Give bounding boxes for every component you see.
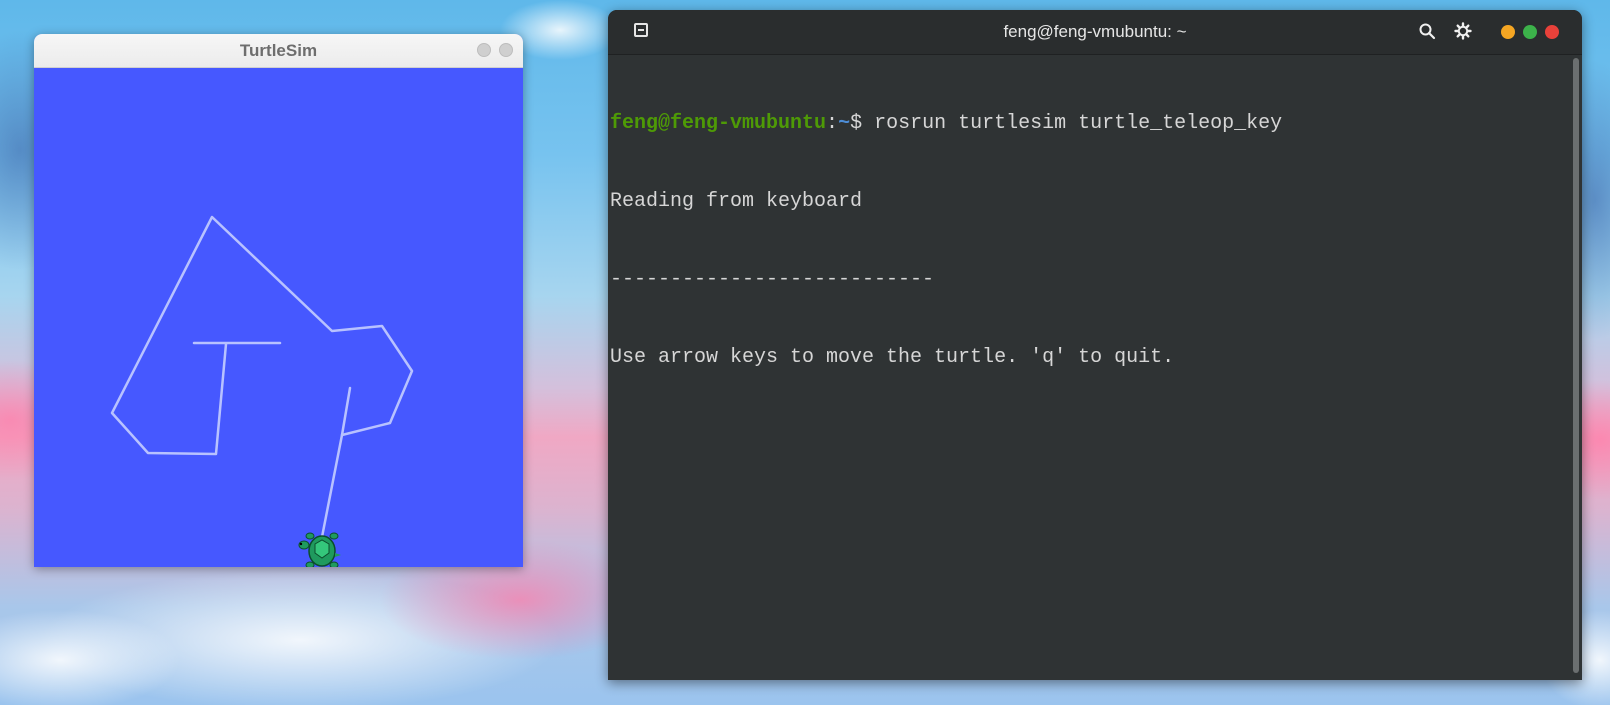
turtlesim-window: TurtleSim: [34, 34, 523, 567]
terminal-output-line: Use arrow keys to move the turtle. 'q' t…: [610, 346, 1175, 369]
turtlesim-window-title: TurtleSim: [239, 41, 318, 60]
trail-path: [110, 215, 414, 456]
prompt-path: ~: [838, 112, 851, 135]
search-icon[interactable]: [1418, 22, 1436, 40]
terminal-scrollbar[interactable]: [1573, 58, 1579, 673]
terminal-prompt-line: feng@feng-vmubuntu:~$ rosrun turtlesim t…: [610, 111, 1568, 137]
terminal-command: rosrun turtlesim turtle_teleop_key: [874, 112, 1283, 135]
minimize-button[interactable]: [1501, 25, 1515, 39]
terminal-window: feng@feng-vmubuntu: ~ feng@feng-vmubuntu…: [608, 10, 1582, 680]
turtlesim-close-button[interactable]: [499, 43, 513, 57]
terminal-titlebar[interactable]: feng@feng-vmubuntu: ~: [608, 10, 1582, 55]
close-button[interactable]: [1545, 25, 1559, 39]
terminal-output-line: ---------------------------: [610, 268, 935, 291]
maximize-button[interactable]: [1523, 25, 1537, 39]
turtlesim-minimize-button[interactable]: [477, 43, 491, 57]
turtle-sprite-icon: [298, 532, 341, 567]
turtlesim-titlebar[interactable]: TurtleSim: [34, 34, 523, 68]
turtle-trail: [110, 215, 414, 539]
prompt-separator: :: [826, 112, 839, 135]
turtlesim-canvas: [110, 215, 414, 567]
terminal-output[interactable]: feng@feng-vmubuntu:~$ rosrun turtlesim t…: [608, 55, 1568, 680]
gear-icon[interactable]: [1454, 22, 1472, 40]
prompt-user: feng@feng-vmubuntu: [610, 112, 827, 135]
terminal-output-line: Reading from keyboard: [610, 190, 863, 213]
prompt-symbol: $: [850, 112, 875, 135]
trail-path: [320, 386, 352, 539]
